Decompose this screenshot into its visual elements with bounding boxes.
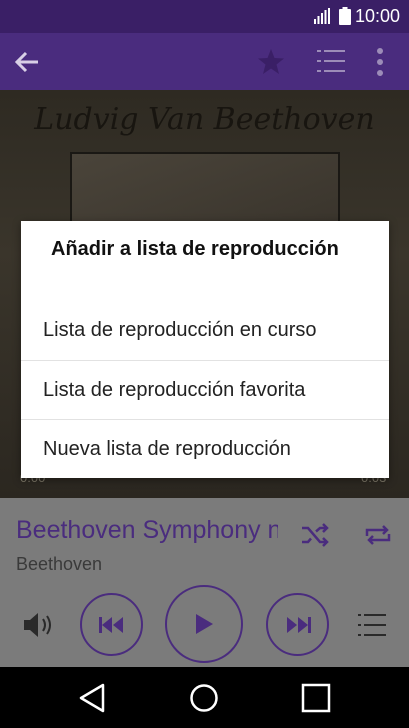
status-time: 10:00 <box>355 6 401 26</box>
track-title: Beethoven Symphony no. 9 <box>16 516 278 544</box>
app-bar <box>0 33 409 90</box>
nav-recents-icon[interactable] <box>299 681 333 715</box>
play-button[interactable] <box>165 585 243 663</box>
skip-next-icon <box>286 616 311 633</box>
skip-previous-icon <box>98 616 123 633</box>
navigation-bar <box>0 667 409 728</box>
nav-back-icon[interactable] <box>75 681 109 715</box>
album-art-caption: Ludvig Van Beethoven <box>34 102 375 137</box>
shuffle-icon[interactable] <box>299 519 331 551</box>
repeat-icon[interactable] <box>362 519 394 551</box>
previous-button[interactable] <box>80 593 143 656</box>
option-favorite-playlist[interactable]: Lista de reproducción favorita <box>21 360 389 419</box>
next-button[interactable] <box>266 593 329 656</box>
track-artist: Beethoven <box>16 554 103 574</box>
option-new-playlist[interactable]: Nueva lista de reproducción <box>21 419 389 478</box>
list-icon[interactable] <box>356 610 388 640</box>
dialog-title: Añadir a lista de reproducción <box>51 238 339 260</box>
play-icon <box>196 614 213 634</box>
nav-home-icon[interactable] <box>187 681 221 715</box>
arrow-left-icon[interactable] <box>12 47 42 77</box>
player-panel: Beethoven Symphony no. 9 Beethoven <box>0 498 409 667</box>
status-bar: 10:00 <box>0 0 409 33</box>
signal-icon <box>314 8 330 24</box>
volume-icon[interactable] <box>22 610 54 640</box>
option-current-playlist[interactable]: Lista de reproducción en curso <box>21 301 389 360</box>
battery-icon <box>339 7 351 25</box>
star-icon[interactable] <box>255 46 287 78</box>
more-vert-icon[interactable] <box>370 45 390 79</box>
playlist-icon[interactable] <box>315 47 347 77</box>
add-to-playlist-dialog: Añadir a lista de reproducción Lista de … <box>21 221 389 478</box>
